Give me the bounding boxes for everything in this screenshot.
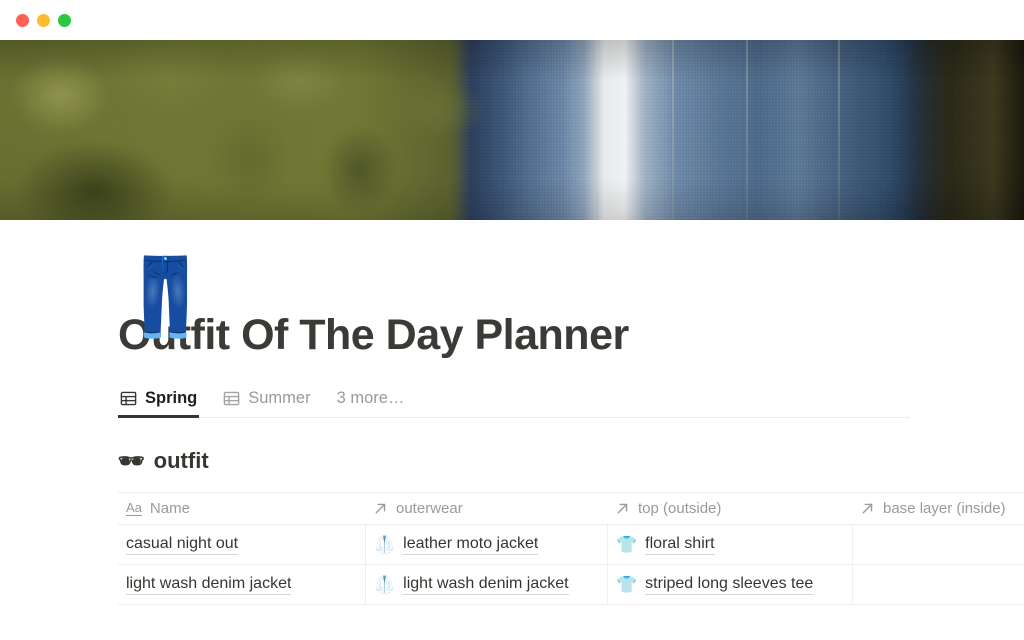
tab-more-label: 3 more… [336, 389, 405, 408]
cell-top[interactable]: 👕 striped long sleeves tee [607, 565, 852, 606]
close-window-button[interactable] [16, 13, 29, 27]
top-relation-link[interactable]: striped long sleeves tee [645, 575, 814, 595]
database-title-label: outfit [153, 448, 209, 474]
relation-arrow-icon [615, 501, 630, 516]
outerwear-relation-link[interactable]: light wash denim jacket [403, 575, 569, 595]
table-icon [120, 390, 137, 407]
outfit-table: Aa Name outerwear top (outside) base lay… [118, 492, 1024, 606]
column-header-name-label: Name [149, 500, 190, 518]
minimize-window-button[interactable] [37, 13, 50, 27]
maximize-window-button[interactable] [58, 13, 71, 27]
row-name-link[interactable]: light wash denim jacket [126, 575, 292, 595]
relation-arrow-icon [373, 501, 388, 516]
database-title[interactable]: 🕶 outfit [118, 448, 1024, 474]
tshirt-emoji: 👕 [616, 535, 638, 555]
table-icon [223, 390, 240, 407]
title-bar [0, 0, 1024, 40]
table-row[interactable]: casual night out 🥼 leather moto jacket 👕… [118, 525, 1024, 566]
view-tabs: Spring Summer 3 more… [118, 385, 910, 419]
page-body: 👖 Outfit Of The Day Planner Spring Summe… [0, 260, 1024, 606]
lab-coat-emoji: 🥼 [374, 535, 396, 555]
jeans-emoji[interactable]: 👖 [118, 260, 213, 336]
cell-name[interactable]: casual night out [118, 525, 365, 566]
sunglasses-emoji: 🕶 [118, 449, 145, 473]
column-header-base-layer-label: base layer (inside) [883, 500, 1006, 518]
relation-arrow-icon [860, 501, 875, 516]
window-controls [16, 13, 71, 27]
table-row[interactable]: light wash denim jacket 🥼 light wash den… [118, 565, 1024, 606]
page-title[interactable]: Outfit Of The Day Planner [118, 311, 1024, 359]
row-name-link[interactable]: casual night out [126, 535, 239, 555]
cell-name[interactable]: light wash denim jacket [118, 565, 365, 606]
table-body: casual night out 🥼 leather moto jacket 👕… [118, 525, 1024, 606]
column-header-outerwear[interactable]: outerwear [365, 493, 607, 526]
title-aa-icon: Aa [126, 500, 142, 517]
column-header-outerwear-label: outerwear [396, 500, 463, 518]
tab-summer-label: Summer [248, 389, 311, 408]
column-header-top[interactable]: top (outside) [607, 493, 852, 526]
cell-top[interactable]: 👕 floral shirt [607, 525, 852, 566]
tab-spring-label: Spring [145, 389, 198, 408]
tab-summer[interactable]: Summer [221, 385, 312, 417]
app-window: 👖 Outfit Of The Day Planner Spring Summe… [0, 0, 1024, 640]
column-header-base-layer[interactable]: base layer (inside) [852, 493, 1024, 526]
table-header-row: Aa Name outerwear top (outside) base lay… [118, 493, 1024, 526]
tshirt-emoji: 👕 [616, 575, 638, 595]
tab-spring[interactable]: Spring [118, 385, 200, 419]
tab-more[interactable]: 3 more… [335, 385, 407, 417]
column-header-top-label: top (outside) [638, 500, 722, 518]
cell-base-layer[interactable] [852, 525, 1024, 566]
cell-outerwear[interactable]: 🥼 leather moto jacket [365, 525, 607, 566]
column-header-name[interactable]: Aa Name [118, 493, 365, 526]
top-relation-link[interactable]: floral shirt [645, 535, 715, 555]
outerwear-relation-link[interactable]: leather moto jacket [403, 535, 539, 555]
cover-image[interactable] [0, 40, 1024, 220]
cell-base-layer[interactable] [852, 565, 1024, 606]
cover-vignette [0, 40, 1024, 220]
lab-coat-emoji: 🥼 [374, 575, 396, 595]
cell-outerwear[interactable]: 🥼 light wash denim jacket [365, 565, 607, 606]
